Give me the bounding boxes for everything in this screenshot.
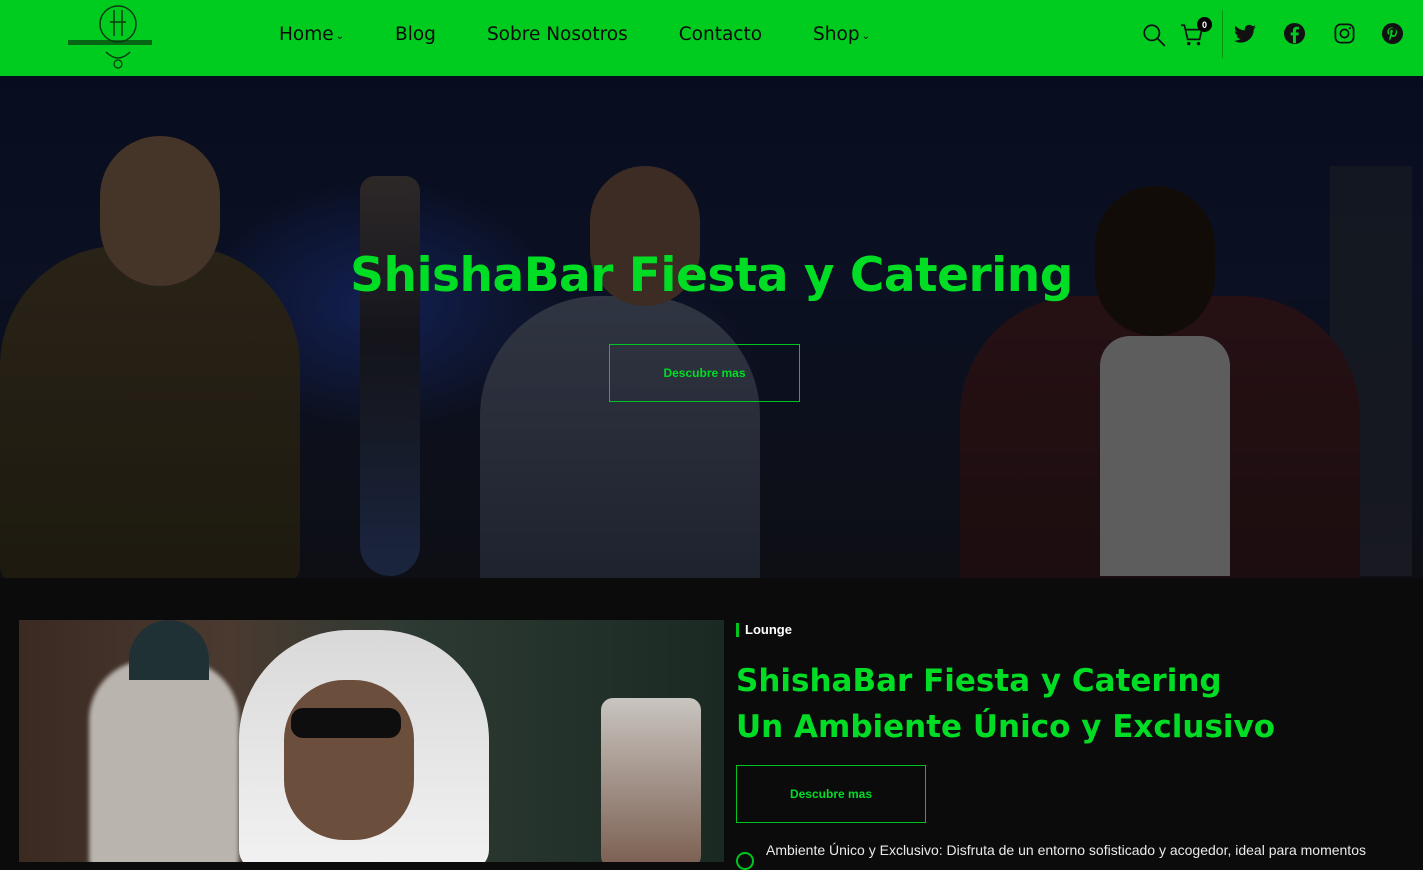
- hero-discover-button[interactable]: Descubre mas: [609, 344, 800, 402]
- section-tag: Lounge: [736, 622, 792, 637]
- site-logo[interactable]: [66, 2, 154, 72]
- hero-overlay: [0, 76, 1423, 578]
- nav-home[interactable]: Home ⌄: [279, 24, 344, 45]
- lounge-image-sunglasses: [291, 708, 401, 738]
- nav-shop-label: Shop: [813, 24, 860, 45]
- chevron-down-icon: ⌄: [861, 31, 870, 42]
- facebook-icon[interactable]: [1283, 22, 1306, 45]
- hero-title: ShishaBar Fiesta y Catering: [350, 248, 1073, 303]
- section-discover-button[interactable]: Descubre mas: [736, 765, 926, 823]
- tag-accent-bar: [736, 622, 739, 637]
- site-header: Home ⌄ Blog Sobre Nosotros Contacto Shop ⌄…: [0, 0, 1423, 76]
- nav-blog[interactable]: Blog: [395, 24, 436, 45]
- search-icon[interactable]: [1141, 22, 1167, 48]
- pinterest-icon[interactable]: [1381, 22, 1404, 45]
- lounge-image-hookah-bowl: [601, 698, 701, 862]
- feature-text: Ambiente Único y Exclusivo: Disfruta de …: [766, 842, 1366, 858]
- nav-home-label: Home: [279, 24, 334, 45]
- lounge-image: [19, 620, 724, 862]
- instagram-icon[interactable]: [1333, 22, 1356, 45]
- chevron-down-icon: ⌄: [335, 31, 345, 42]
- check-circle-icon: [736, 852, 754, 870]
- lounge-image-face: [284, 680, 414, 840]
- nav-sobre-nosotros-label: Sobre Nosotros: [486, 24, 628, 45]
- lounge-image-person-back: [89, 660, 239, 862]
- nav-sobre-nosotros[interactable]: Sobre Nosotros: [487, 24, 628, 45]
- section-title-line2: Un Ambiente Único y Exclusivo: [736, 709, 1276, 745]
- feature-item: Ambiente Único y Exclusivo: Disfruta de …: [736, 842, 1366, 870]
- twitter-icon[interactable]: [1233, 22, 1257, 46]
- lounge-image-cap: [129, 620, 209, 680]
- section-title-line1: ShishaBar Fiesta y Catering: [736, 663, 1222, 699]
- nav-blog-label: Blog: [395, 24, 436, 45]
- main-nav: Home ⌄ Blog Sobre Nosotros Contacto Shop ⌄: [279, 24, 921, 45]
- nav-shop[interactable]: Shop ⌄: [813, 24, 870, 45]
- header-divider: [1222, 10, 1223, 58]
- cart-count-badge: 0: [1197, 17, 1212, 32]
- nav-contacto-label: Contacto: [678, 24, 763, 45]
- nav-contacto[interactable]: Contacto: [679, 24, 762, 45]
- section-title: ShishaBar Fiesta y Catering Un Ambiente …: [736, 658, 1275, 750]
- hero-banner: ShishaBar Fiesta y Catering Descubre mas: [0, 76, 1423, 578]
- section-tag-label: Lounge: [745, 622, 792, 637]
